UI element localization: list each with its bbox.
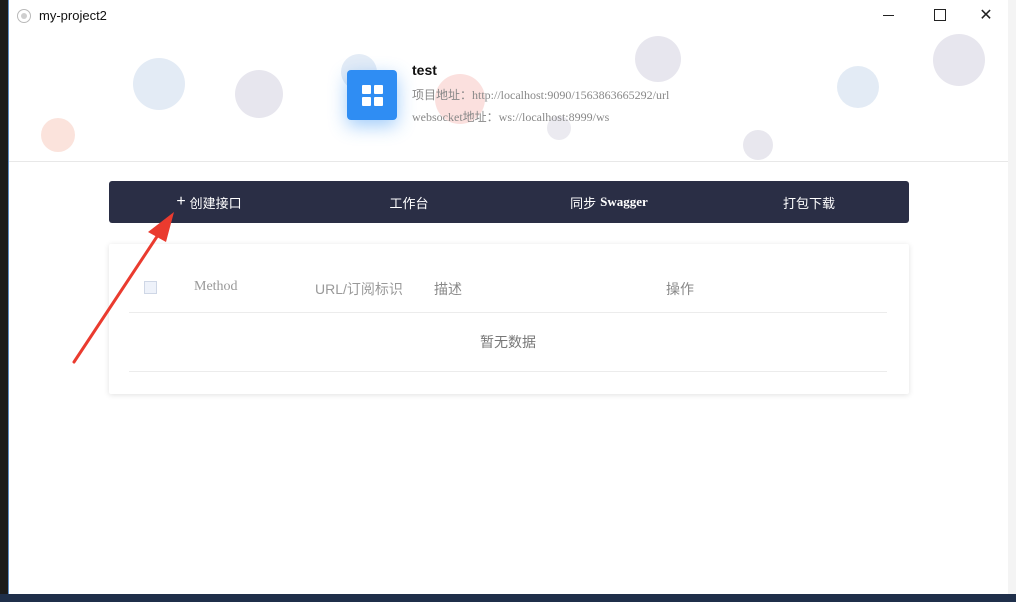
decor-bubble (133, 58, 185, 110)
decor-bubble (837, 66, 879, 108)
action-navbar: + 创建接口 工作台 同步 Swagger 打包下载 (109, 181, 909, 223)
create-api-button[interactable]: + 创建接口 (109, 181, 309, 223)
column-header-actions: 操作 (666, 281, 694, 297)
decor-bubble (635, 36, 681, 82)
decor-bubble (235, 70, 283, 118)
app-icon (17, 9, 31, 23)
project-name: test (412, 62, 437, 78)
maximize-button[interactable] (917, 0, 963, 30)
workbench-label: 工作台 (389, 195, 429, 211)
sync-label: 同步 (570, 195, 597, 211)
empty-state-text: 暂无数据 (129, 313, 887, 372)
select-all-checkbox[interactable] (144, 281, 157, 294)
column-header-description: 描述 (434, 281, 462, 297)
minimize-button[interactable] (865, 0, 911, 30)
column-header-url: URL/订阅标识 (315, 281, 403, 297)
create-api-label: 创建接口 (189, 195, 242, 211)
swagger-label: Swagger (600, 194, 648, 209)
decor-bubble (41, 118, 75, 152)
api-table-card: Method URL/订阅标识 描述 操作 暂无数据 (109, 244, 909, 394)
download-package-button[interactable]: 打包下载 (709, 181, 909, 223)
plus-icon: + (176, 193, 186, 210)
column-header-method: Method (194, 279, 238, 294)
project-url: 项目地址：http://localhost:9090/1563863665292… (412, 88, 670, 102)
decor-bubble (933, 34, 985, 86)
desktop-background-right (1008, 0, 1016, 602)
maximize-icon (934, 9, 946, 21)
project-header: test 项目地址：http://localhost:9090/15638636… (9, 32, 1008, 162)
table-header: Method URL/订阅标识 描述 操作 (129, 266, 887, 313)
close-button[interactable]: ✕ (963, 0, 1009, 30)
workbench-button[interactable]: 工作台 (309, 181, 509, 223)
decor-bubble (743, 130, 773, 160)
sync-swagger-button[interactable]: 同步 Swagger (509, 181, 709, 223)
download-label: 打包下载 (782, 195, 835, 211)
project-logo-icon (347, 70, 397, 120)
websocket-url: websocket地址：ws://localhost:8999/ws (412, 110, 610, 124)
close-icon: ✕ (979, 7, 993, 24)
app-window: my-project2 ✕ test 项目地址：http://localhost… (8, 0, 1008, 594)
title-bar[interactable]: my-project2 ✕ (9, 0, 1008, 32)
minimize-icon (882, 14, 894, 16)
window-title: my-project2 (39, 8, 107, 23)
taskbar-strip (0, 594, 1016, 602)
